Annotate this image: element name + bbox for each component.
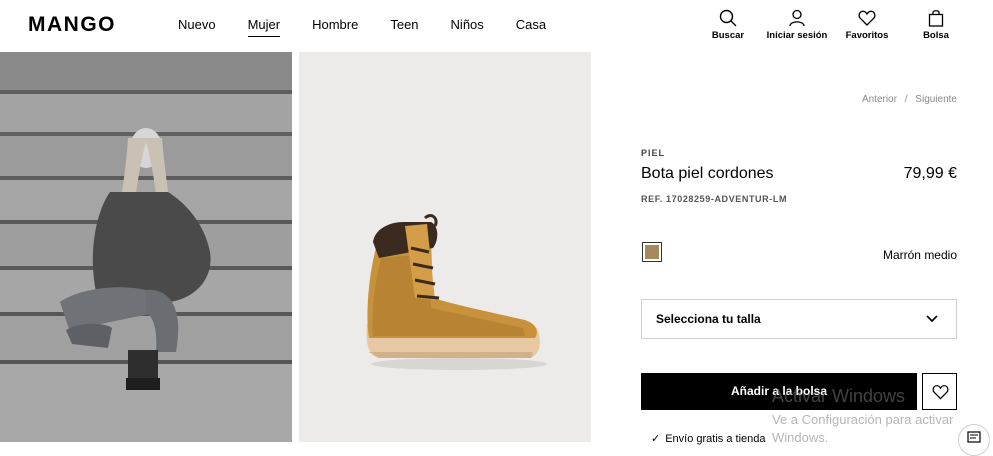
size-select-label: Selecciona tu talla bbox=[656, 312, 761, 326]
size-select[interactable]: Selecciona tu talla bbox=[641, 299, 957, 339]
pager-separator: / bbox=[904, 94, 908, 105]
chat-button[interactable] bbox=[958, 424, 990, 456]
next-link[interactable]: Siguiente bbox=[915, 94, 957, 105]
windows-activation-title: Activar Windows bbox=[772, 386, 906, 406]
model-photo[interactable] bbox=[0, 52, 292, 442]
check-icon: ✓ bbox=[651, 433, 661, 445]
product-category: PIEL bbox=[641, 148, 666, 158]
favorites-button[interactable]: Favoritos bbox=[841, 9, 893, 41]
header-actions: Buscar Iniciar sesión Favoritos Bolsa bbox=[693, 9, 993, 49]
chat-icon bbox=[967, 431, 981, 443]
nav-mujer[interactable]: Mujer bbox=[247, 17, 281, 37]
bag-button[interactable]: Bolsa bbox=[913, 9, 959, 41]
heart-icon bbox=[932, 385, 949, 400]
previous-link[interactable]: Anterior bbox=[862, 94, 897, 105]
nav-hombre[interactable]: Hombre bbox=[312, 17, 358, 37]
model-photo-illustration bbox=[0, 52, 292, 442]
color-swatch[interactable] bbox=[642, 242, 662, 262]
login-label: Iniciar sesión bbox=[766, 30, 828, 41]
windows-activation-line2: Windows. bbox=[772, 430, 829, 445]
search-button[interactable]: Buscar bbox=[703, 9, 753, 41]
boot-product-photo[interactable] bbox=[299, 52, 591, 442]
search-icon bbox=[719, 9, 737, 27]
nav-nuevo[interactable]: Nuevo bbox=[178, 17, 216, 37]
product-price: 79,99 € bbox=[903, 165, 957, 182]
site-header: MANGO Nuevo Mujer Hombre Teen Niños Casa… bbox=[0, 0, 993, 52]
mango-logo[interactable]: MANGO bbox=[28, 13, 116, 37]
windows-activation-line1: Ve a Configuración para activar bbox=[772, 412, 954, 427]
product-name: Bota piel cordones bbox=[641, 165, 774, 182]
bag-icon bbox=[928, 10, 944, 27]
shipping-text: Envío gratis a tienda bbox=[665, 433, 766, 445]
color-name: Marrón medio bbox=[882, 248, 957, 262]
boot-illustration bbox=[299, 52, 591, 442]
user-icon bbox=[789, 9, 805, 27]
search-label: Buscar bbox=[711, 30, 745, 41]
favorites-label: Favoritos bbox=[845, 30, 889, 41]
chevron-down-icon bbox=[926, 315, 938, 323]
nav-casa[interactable]: Casa bbox=[516, 17, 546, 37]
nav-teen[interactable]: Teen bbox=[390, 17, 418, 37]
add-to-favorites-button[interactable] bbox=[922, 373, 957, 410]
product-reference: REF. 17028259-ADVENTUR-LM bbox=[641, 194, 788, 204]
heart-icon bbox=[858, 10, 876, 26]
color-swatch-fill bbox=[645, 245, 659, 259]
nav-ninos[interactable]: Niños bbox=[451, 17, 484, 37]
main-nav: Nuevo Mujer Hombre Teen Niños Casa bbox=[178, 17, 578, 37]
product-pager: Anterior / Siguiente bbox=[862, 94, 957, 105]
shipping-info: ✓ Envío gratis a tienda bbox=[651, 432, 766, 445]
login-button[interactable]: Iniciar sesión bbox=[763, 9, 831, 41]
bag-label: Bolsa bbox=[923, 30, 949, 41]
